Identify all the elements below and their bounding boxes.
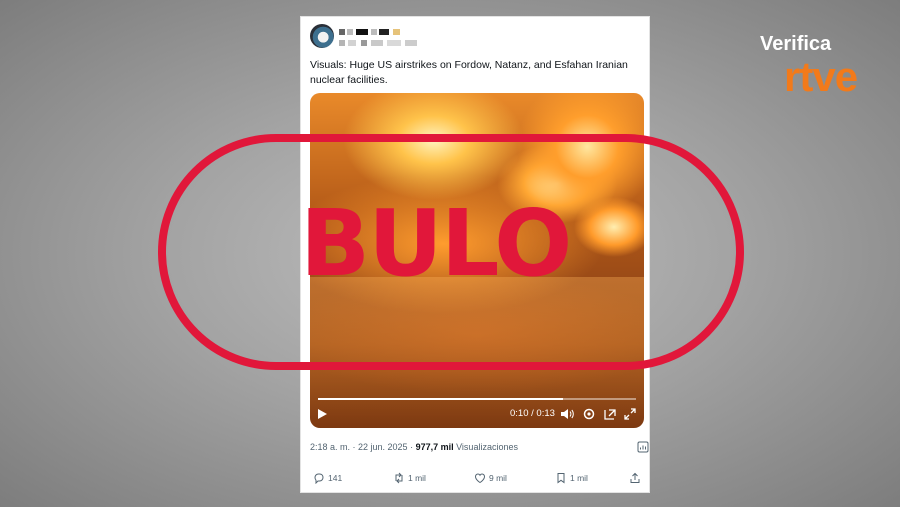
play-icon[interactable] [318, 409, 327, 419]
reply-count: 141 [328, 473, 343, 483]
video-controls: 0:10 / 0:13 [310, 405, 644, 425]
volume-icon[interactable] [560, 407, 574, 421]
video-progress-fill [318, 398, 563, 400]
tweet-text: Visuals: Huge US airstrikes on Fordow, N… [310, 59, 628, 86]
video-time: 0:10 / 0:13 [510, 408, 555, 419]
timestamp[interactable]: 2:18 a. m. · 22 jun. 2025 · [310, 442, 416, 452]
analytics-icon[interactable] [637, 441, 649, 453]
tweet-actions: 141 1 mil 9 mil 1 mil [311, 472, 641, 488]
settings-gear-icon[interactable] [582, 407, 596, 421]
like-button[interactable]: 9 mil [474, 472, 507, 484]
views-label: Visualizaciones [453, 442, 518, 452]
heart-icon [474, 473, 486, 484]
retweet-button[interactable]: 1 mil [393, 472, 426, 484]
retweet-count: 1 mil [408, 473, 426, 483]
reply-icon [314, 473, 324, 484]
bookmark-icon [557, 473, 565, 484]
retweet-icon [395, 472, 403, 484]
views-count: 977,7 mil [415, 442, 454, 452]
fake-stamp-label: BULO [300, 190, 572, 297]
brand-logo-rtve: rtve [784, 53, 858, 100]
like-count: 9 mil [489, 473, 507, 483]
video-progress-bar[interactable] [318, 398, 636, 400]
bookmark-count: 1 mil [570, 473, 588, 483]
fullscreen-icon[interactable] [623, 407, 637, 421]
bookmark-button[interactable]: 1 mil [555, 472, 588, 484]
tweet-meta: 2:18 a. m. · 22 jun. 2025 · 977,7 mil Vi… [310, 442, 518, 452]
reply-button[interactable]: 141 [313, 472, 342, 484]
picture-in-picture-icon[interactable] [603, 407, 617, 421]
share-icon[interactable] [629, 472, 641, 484]
avatar[interactable] [310, 24, 334, 48]
